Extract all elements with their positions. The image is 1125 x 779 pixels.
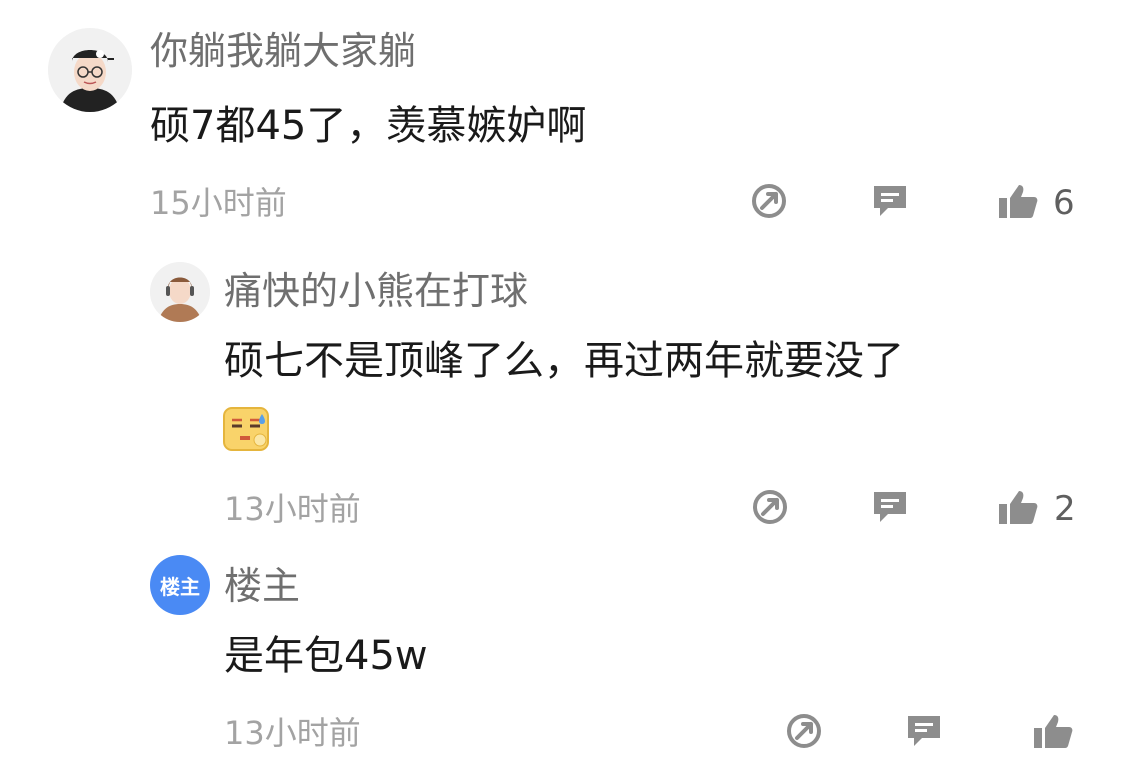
reply-icon[interactable] bbox=[904, 712, 944, 750]
comment-text: 硕7都45了，羡慕嫉妒啊 bbox=[150, 103, 587, 149]
avatar-op-badge[interactable]: 楼主 bbox=[150, 555, 210, 615]
like-icon[interactable] bbox=[1032, 712, 1074, 750]
avatar-image bbox=[48, 28, 132, 112]
like-icon[interactable] bbox=[997, 488, 1039, 526]
reply-icon[interactable] bbox=[870, 488, 910, 526]
username[interactable]: 痛快的小熊在打球 bbox=[224, 268, 528, 314]
comment-text: 是年包45w bbox=[224, 633, 428, 679]
share-icon[interactable] bbox=[751, 488, 789, 526]
like-icon[interactable] bbox=[997, 182, 1039, 220]
username[interactable]: 楼主 bbox=[224, 563, 300, 609]
comment-time: 13小时前 bbox=[224, 490, 361, 528]
avatar-user-1[interactable] bbox=[48, 28, 132, 112]
like-count: 6 bbox=[1053, 183, 1075, 223]
share-icon[interactable] bbox=[750, 182, 788, 220]
avatar-user-2[interactable] bbox=[150, 262, 210, 322]
reply-icon[interactable] bbox=[870, 182, 910, 220]
username[interactable]: 你躺我躺大家躺 bbox=[150, 28, 416, 74]
comment-time: 15小时前 bbox=[150, 184, 287, 222]
sweat-smile-emoji bbox=[222, 406, 270, 452]
like-count: 2 bbox=[1054, 489, 1076, 529]
comment-time: 13小时前 bbox=[224, 714, 361, 752]
avatar-image bbox=[150, 262, 210, 322]
comment-text: 硕七不是顶峰了么，再过两年就要没了 bbox=[224, 338, 904, 384]
share-icon[interactable] bbox=[785, 712, 823, 750]
